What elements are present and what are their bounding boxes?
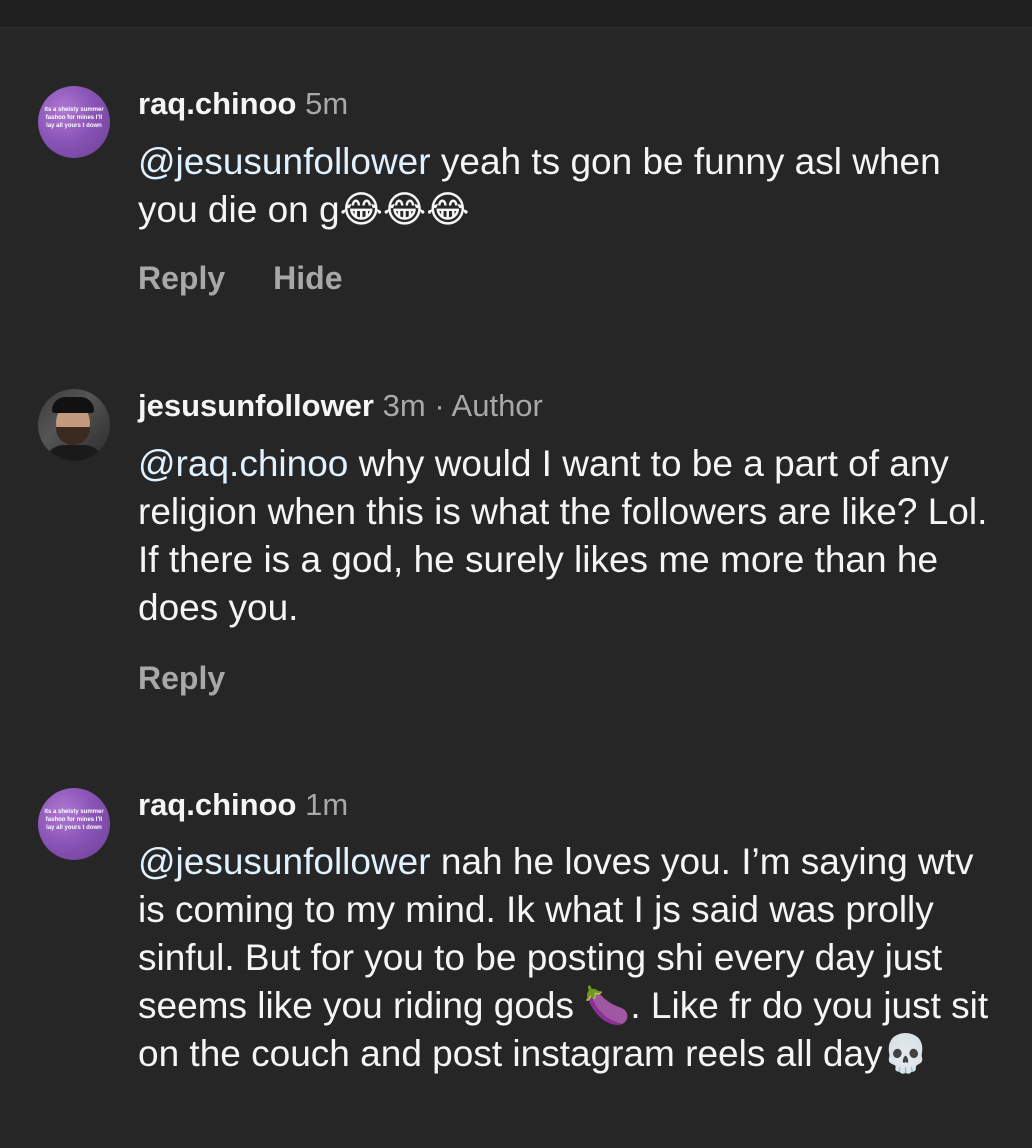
reply-button[interactable]: Reply [138,260,225,296]
mention-link[interactable]: @jesusunfollower [138,141,431,182]
comment-header: raq.chinoo 5m [138,86,348,122]
author-badge: · Author [434,388,543,423]
username[interactable]: raq.chinoo [138,787,296,822]
avatar[interactable]: its a sheisty summer fashoo for mines I'… [38,86,110,158]
username[interactable]: raq.chinoo [138,86,296,121]
comment-actions: Reply [138,660,273,697]
avatar-caption: its a sheisty summer fashoo for mines I'… [44,107,104,129]
avatar[interactable] [38,389,110,461]
timestamp: 3m [382,388,426,423]
avatar-caption: its a sheisty summer fashoo for mines I'… [44,809,104,831]
avatar-beard [56,427,90,445]
top-divider [0,0,1032,28]
avatar[interactable]: its a sheisty summer fashoo for mines I'… [38,788,110,860]
avatar-cap [52,397,94,413]
skull-emoji: 💀 [882,1032,929,1075]
hide-button[interactable]: Hide [273,260,342,296]
comment-actions: Reply Hide [138,260,390,297]
laughing-emoji: 😂😂😂 [339,188,470,231]
timestamp: 5m [305,86,349,121]
comment-text: @raq.chinoo why would I want to be a par… [138,440,1008,632]
comment-text: @jesusunfollower nah he loves you. I’m s… [138,838,1008,1078]
mention-link[interactable]: @jesusunfollower [138,841,431,882]
eggplant-emoji: 🍆 [584,984,631,1027]
username[interactable]: jesusunfollower [138,388,374,423]
timestamp: 1m [305,787,349,822]
comment-text: @jesusunfollower yeah ts gon be funny as… [138,138,1008,234]
avatar-shirt [44,445,104,461]
comment-header: raq.chinoo 1m [138,787,348,823]
comment-header: jesusunfollower 3m · Author [138,388,543,424]
reply-button[interactable]: Reply [138,660,225,696]
mention-link[interactable]: @raq.chinoo [138,443,348,484]
